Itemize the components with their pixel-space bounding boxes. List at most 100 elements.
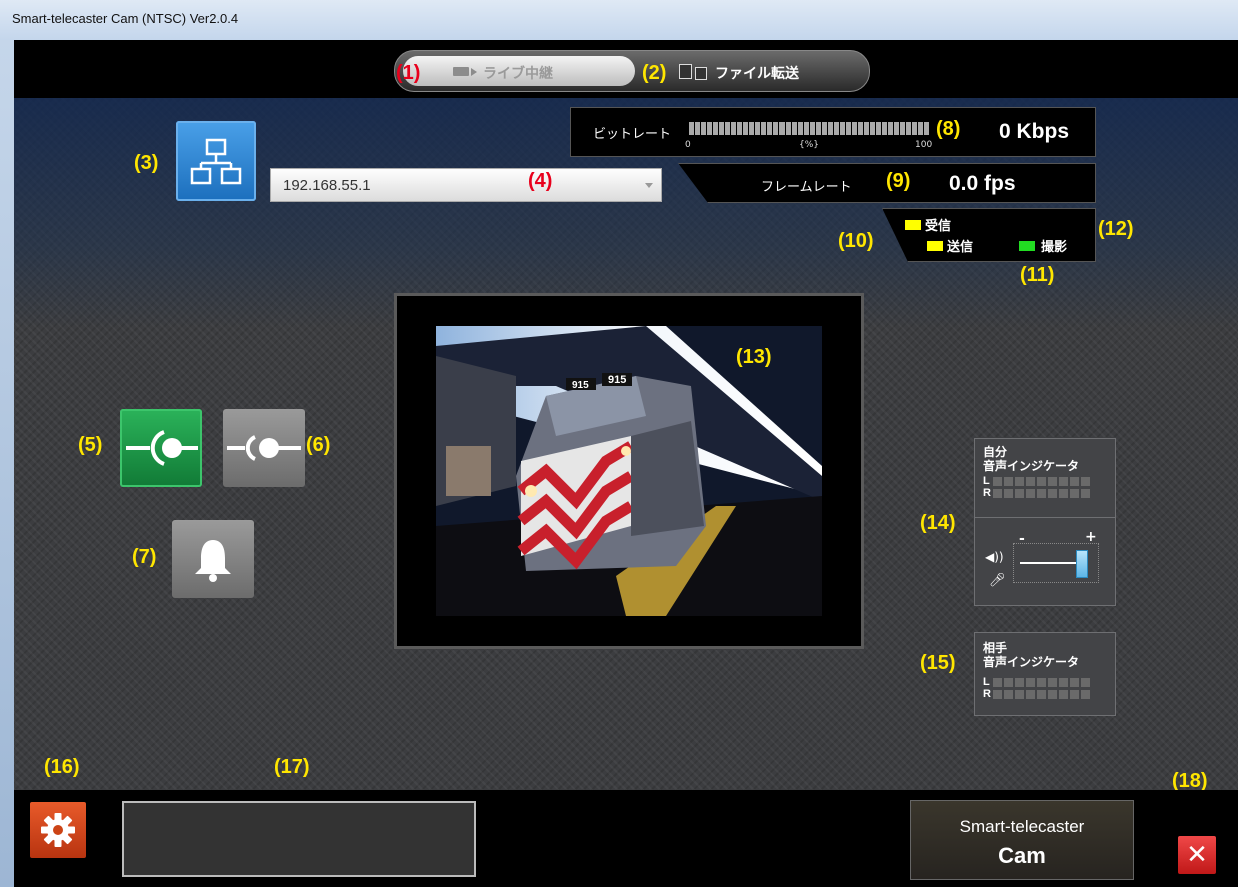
disconnect-button[interactable] [223,409,305,487]
bitrate-segment [797,122,803,135]
annotation-2: (2) [642,62,667,84]
volume-thumb[interactable] [1076,550,1089,578]
bitrate-segment [827,122,833,135]
annotation-13: (13) [736,346,772,368]
mode-bar: ライブ中継 ファイル転送 (1) (2) [14,40,1238,98]
bitrate-segment [803,122,809,135]
bottom-bar: Smart-telecaster Cam ✕ [14,790,1238,887]
framerate-value: 0.0 fps [949,172,1016,195]
app-window: Smart-telecaster Cam (NTSC) Ver2.0.4 ライブ… [0,0,1238,887]
status-indicator-panel: 受信 送信 撮影 [882,208,1096,262]
framerate-label: フレームレート [761,180,852,195]
settings-button[interactable] [30,802,86,858]
window-title: Smart-telecaster Cam (NTSC) Ver2.0.4 [12,11,239,26]
annotation-14: (14) [920,512,956,534]
bitrate-segment [773,122,779,135]
main-panel: (3) 192.168.55.1 (4) ビットレート 0 {%} 100 0 … [14,98,1238,790]
channel-r-label: R [983,487,991,499]
tab-file-transfer[interactable]: ファイル転送 [643,56,863,86]
bitrate-segment [875,122,881,135]
bitrate-segment [791,122,797,135]
tab-live-label: ライブ中継 [483,66,553,82]
network-button[interactable] [176,121,256,201]
bitrate-segment [755,122,761,135]
annotation-17: (17) [274,756,310,778]
peer-audio-meter-left: L [983,676,1090,688]
bitrate-segment [701,122,707,135]
bitrate-segment [839,122,845,135]
annotation-8: (8) [936,118,961,140]
channel-l-label: L [983,475,990,487]
video-preview: 915 915 [436,326,822,616]
annotation-10: (10) [838,230,874,252]
channel-l-label: L [983,676,990,688]
window-border [0,40,14,887]
gear-icon [41,813,75,847]
annotation-18: (18) [1172,770,1208,790]
self-audio-panel: 自分 音声インジケータ L R - + ◀)) 🎤︎ [974,438,1116,606]
self-audio-meter-left: L [983,475,1090,487]
bitrate-segment [695,122,701,135]
train-number-left: 915 [572,380,589,391]
tab-file-label: ファイル転送 [715,66,799,82]
bitrate-segment [719,122,725,135]
peer-audio-meter-right: R [983,688,1090,700]
bitrate-segment [900,122,906,135]
bitrate-segment [815,122,821,135]
tab-live-broadcast[interactable]: ライブ中継 [403,56,635,86]
file-transfer-icon [695,67,707,80]
annotation-5: (5) [78,434,103,456]
ip-address-select[interactable]: 192.168.55.1 [270,168,662,202]
annotation-6: (6) [306,434,331,456]
logo-line1: Smart-telecaster [959,817,1085,836]
bitrate-scale-unit: {%} [799,140,820,150]
bitrate-segment [821,122,827,135]
receive-label: 受信 [925,219,952,234]
annotation-1: (1) [396,62,421,84]
connect-button[interactable] [120,409,202,487]
bitrate-segment [725,122,731,135]
bitrate-segment [894,122,900,135]
send-indicator [927,241,943,251]
bell-icon [195,540,231,582]
title-bar: Smart-telecaster Cam (NTSC) Ver2.0.4 [0,0,1238,41]
receive-indicator [905,220,921,230]
send-label: 送信 [947,240,974,255]
speaker-icon: ◀)) [985,550,1004,564]
bitrate-meter [689,122,930,135]
bitrate-segment [869,122,875,135]
microphone-icon: 🎤︎ [989,573,1006,588]
network-icon [190,138,242,185]
app-logo: Smart-telecaster Cam [910,800,1134,880]
alert-button[interactable] [172,520,254,598]
capture-indicator [1019,241,1035,251]
bitrate-segment [857,122,863,135]
bitrate-segment [707,122,713,135]
logo-line2: Cam [998,843,1046,868]
volume-slider[interactable] [1013,543,1099,583]
bitrate-segment [851,122,857,135]
peer-audio-title: 相手 音声インジケータ [983,641,1080,669]
annotation-7: (7) [132,546,157,568]
bitrate-segment [737,122,743,135]
bitrate-segment [731,122,737,135]
bitrate-segment [743,122,749,135]
annotation-3: (3) [134,152,159,174]
bitrate-segment [845,122,851,135]
status-message-box [122,801,476,877]
connect-icon [126,430,198,466]
bitrate-scale-max: 100 [915,140,933,150]
bitrate-label: ビットレート [593,127,672,142]
bitrate-segment [779,122,785,135]
video-preview-frame: 915 915 [394,293,864,649]
file-icon [679,64,692,79]
bitrate-segment [713,122,719,135]
annotation-15: (15) [920,652,956,674]
bitrate-segment [918,122,924,135]
close-button[interactable]: ✕ [1178,836,1216,874]
camera-icon [453,67,477,76]
peer-audio-panel: 相手 音声インジケータ L R [974,632,1116,716]
bitrate-segment [809,122,815,135]
bitrate-segment [689,122,695,135]
bitrate-segment [906,122,912,135]
